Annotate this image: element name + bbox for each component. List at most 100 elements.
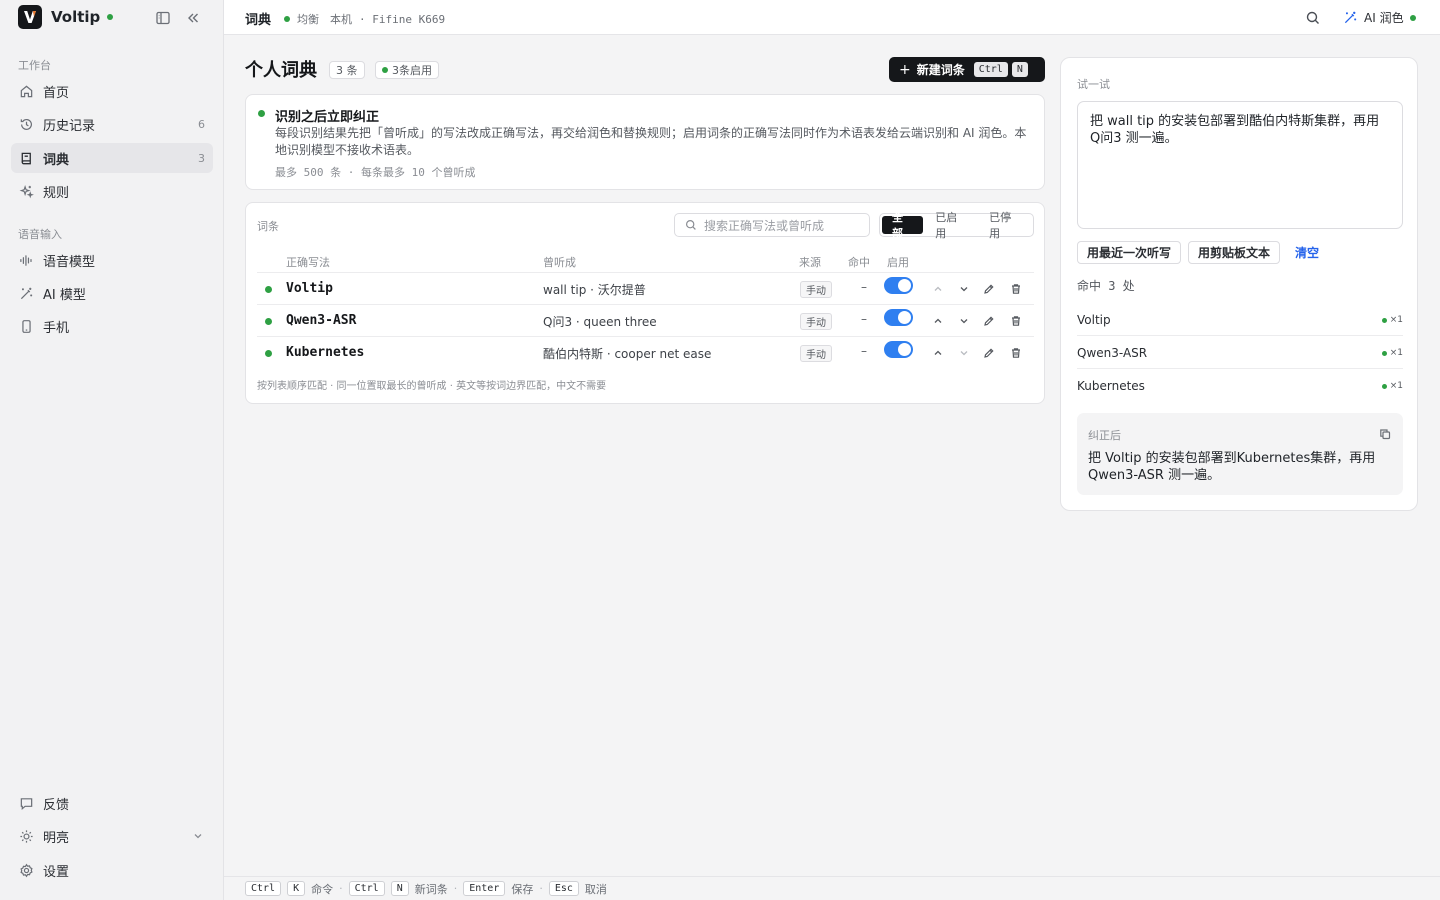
hit-list-item: Kubernetes ×1 [1077, 369, 1403, 402]
key-k: K [287, 881, 306, 896]
ai-status-dot [1409, 14, 1416, 21]
row-source-badge: 手动 [800, 313, 832, 330]
move-up-icon[interactable] [932, 283, 944, 295]
status-dot [284, 16, 290, 22]
collapse-sidebar-icon[interactable] [185, 10, 201, 26]
info-status-dot [258, 110, 265, 117]
info-card: 识别之后立即纠正 每段识别结果先把「曾听成」的写法改成正确写法，再交给润色和替换… [245, 94, 1045, 190]
header-mode: 均衡 [297, 13, 319, 26]
search-icon[interactable] [1305, 10, 1321, 26]
copy-icon[interactable] [1379, 428, 1391, 440]
sidebar-item-label: 首页 [43, 85, 70, 101]
sidebar-item-home[interactable]: 首页 [11, 76, 213, 106]
theme-selector[interactable]: 明亮 [11, 821, 213, 851]
filter-all[interactable]: 全部 [882, 211, 924, 240]
sidebar-item-settings[interactable]: 设置 [11, 855, 213, 885]
sidebar-item-speech-models[interactable]: 语音模型 [11, 245, 213, 275]
hint-label: 新词条 [414, 882, 448, 896]
shortcut-key: N [1011, 62, 1028, 77]
hit-count-value: ×1 [1389, 381, 1403, 391]
hint-label: 取消 [584, 882, 607, 896]
row-term: Voltip [286, 281, 333, 296]
header-location: 本机 [330, 13, 352, 26]
magic-wand-icon [1343, 10, 1364, 25]
entries-label: 词条 [257, 220, 279, 233]
filter-enabled[interactable]: 已启用 [925, 211, 977, 240]
edit-icon[interactable] [983, 283, 995, 295]
edit-icon[interactable] [983, 315, 995, 327]
brand[interactable]: Voltip [18, 5, 114, 29]
new-entry-button[interactable]: + 新建词条 Ctrl N [889, 57, 1045, 82]
trash-icon[interactable] [1010, 347, 1022, 359]
sidebar-item-label: 明亮 [43, 830, 70, 846]
column-header-term: 正确写法 [286, 256, 330, 269]
row-enabled-toggle[interactable] [884, 277, 913, 294]
edit-icon[interactable] [983, 347, 995, 359]
move-up-icon[interactable] [932, 315, 944, 327]
info-limits: 最多 500 条 · 每条最多 10 个曾听成 [275, 166, 476, 179]
row-enabled-toggle[interactable] [884, 341, 913, 358]
sidebar-item-phone[interactable]: 手机 [11, 311, 213, 341]
trash-icon[interactable] [1010, 283, 1022, 295]
hit-dot [1381, 317, 1387, 323]
sidebar-item-rules[interactable]: 规则 [11, 176, 213, 206]
ai-polish-toggle[interactable]: AI 润色 [1343, 9, 1416, 26]
row-source-badge: 手动 [800, 345, 832, 362]
sidebar-panel-icon[interactable] [155, 10, 171, 26]
sidebar-item-dictionary[interactable]: 词典 3 [11, 143, 213, 173]
hint-label: 命令 [311, 882, 334, 896]
table-row: Kubernetes 酷伯内特斯 · cooper net ease 手动 – [257, 337, 1034, 369]
book-icon [19, 151, 34, 166]
page-title: 个人词典 [245, 60, 317, 81]
hit-term: Kubernetes [1077, 379, 1145, 393]
sidebar-item-label: 语音模型 [43, 254, 96, 270]
enabled-count-badge: 3条启用 [375, 61, 439, 79]
sidebar-item-history[interactable]: 历史记录 6 [11, 109, 213, 139]
move-up-icon[interactable] [932, 347, 944, 359]
key-n: N [390, 881, 409, 896]
history-icon [19, 117, 34, 132]
try-it-textarea[interactable]: 把 wall tip 的安装包部署到酷伯内特斯集群，再用 Q问3 测一遍。 [1077, 101, 1403, 229]
table-row: Voltip wall tip · 沃尔提普 手动 – [257, 273, 1034, 305]
search-placeholder: 搜索正确写法或曾听成 [704, 218, 825, 233]
row-heard: wall tip · 沃尔提普 [543, 283, 646, 297]
use-clipboard-button[interactable]: 用剪贴板文本 [1188, 241, 1281, 264]
sidebar-item-label: 设置 [43, 864, 70, 880]
row-term: Qwen3-ASR [286, 313, 357, 328]
sidebar-item-ai-models[interactable]: AI 模型 [11, 278, 213, 308]
header-meta: 均衡 本机 · Fifine K669 [284, 11, 445, 27]
chevron-down-icon [192, 830, 204, 842]
sidebar-item-label: 词典 [43, 152, 70, 168]
row-status-dot [265, 286, 272, 293]
filter-disabled[interactable]: 已停用 [979, 211, 1031, 240]
column-header-hits: 命中 [848, 256, 870, 269]
hit-count: ×1 [1381, 348, 1403, 358]
row-enabled-toggle[interactable] [884, 309, 913, 326]
move-down-icon[interactable] [958, 315, 970, 327]
move-down-icon[interactable] [958, 347, 970, 359]
move-down-icon[interactable] [958, 283, 970, 295]
sidebar-item-label: 手机 [43, 320, 70, 336]
magic-wand-icon [19, 286, 34, 301]
sidebar-item-feedback[interactable]: 反馈 [11, 788, 213, 818]
use-last-dictation-button[interactable]: 用最近一次听写 [1077, 241, 1182, 264]
hit-term: Qwen3-ASR [1077, 346, 1148, 360]
key-ctrl: Ctrl [348, 881, 385, 896]
separator: · [339, 882, 343, 895]
hit-dot [1381, 383, 1387, 389]
try-it-panel: 试一试 把 wall tip 的安装包部署到酷伯内特斯集群，再用 Q问3 测一遍… [1060, 57, 1418, 511]
new-entry-label: 新建词条 [916, 63, 965, 77]
hit-count: ×1 [1381, 315, 1403, 325]
entry-count-badge: 3 条 [329, 61, 365, 79]
info-body: 每段识别结果先把「曾听成」的写法改成正确写法，再交给润色和替换规则；启用词条的正… [275, 126, 1027, 157]
clear-button[interactable]: 清空 [1295, 244, 1319, 261]
key-enter: Enter [463, 881, 506, 896]
search-icon [685, 219, 704, 231]
search-input[interactable]: 搜索正确写法或曾听成 [674, 213, 870, 237]
waveform-icon [19, 253, 34, 268]
hit-list-item: Voltip ×1 [1077, 303, 1403, 336]
hit-list-item: Qwen3-ASR ×1 [1077, 336, 1403, 369]
row-heard: 酷伯内特斯 · cooper net ease [543, 347, 712, 361]
enabled-count: 3条启用 [392, 64, 432, 77]
trash-icon[interactable] [1010, 315, 1022, 327]
